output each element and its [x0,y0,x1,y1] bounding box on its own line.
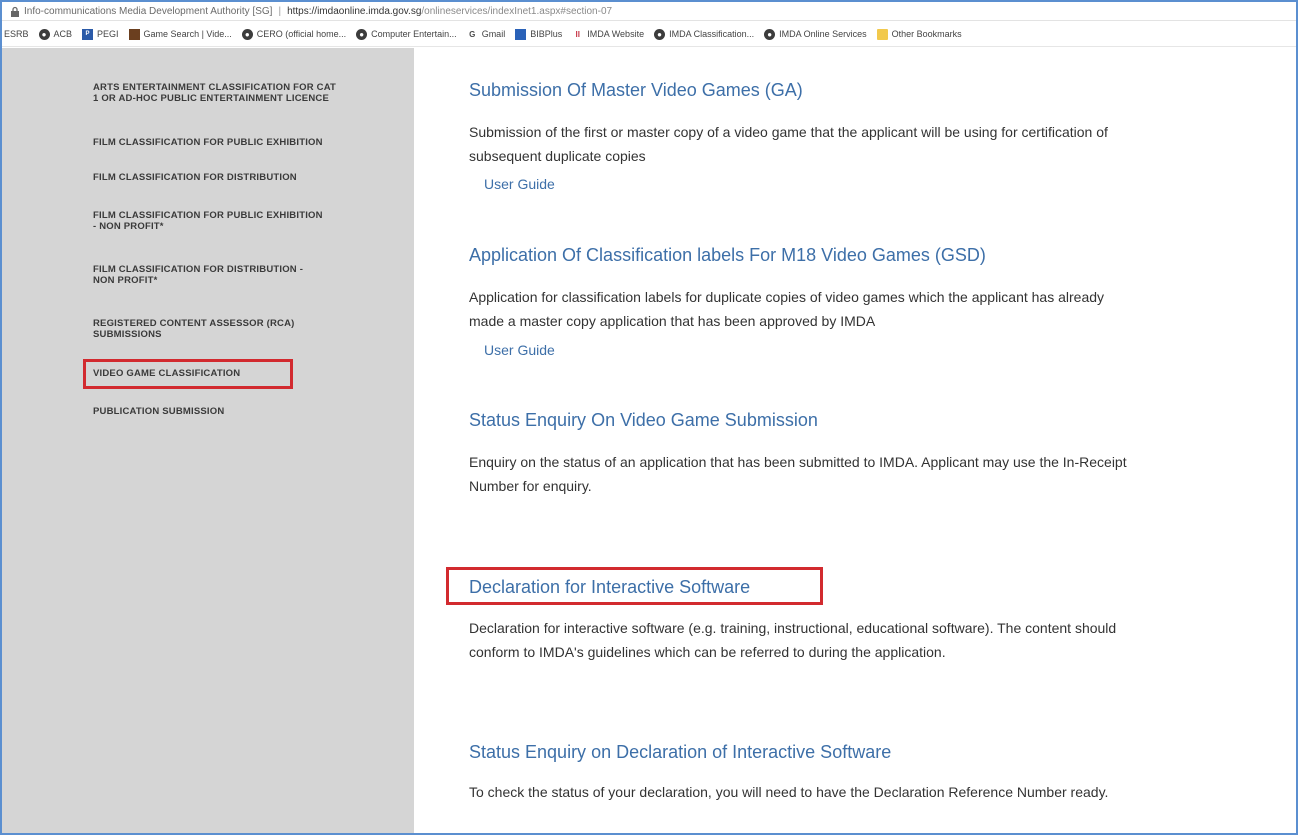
description-line: Declaration for interactive software (e.… [469,620,1117,636]
sidebar-item-arts-entertainment[interactable]: ARTS ENTERTAINMENT CLASSIFICATION FOR CA… [93,82,393,104]
section-description: Application for classification labels fo… [469,285,1289,333]
sidebar-item-film-distribution[interactable]: FILM CLASSIFICATION FOR DISTRIBUTION [93,172,393,183]
user-guide-link-ga[interactable]: User Guide [484,176,555,192]
sidebar-item-line: REGISTERED CONTENT ASSESSOR (RCA) [93,318,295,329]
bib-icon [515,28,527,40]
globe-icon: ● [241,28,253,40]
description-line: Number for enquiry. [469,478,592,494]
main-content: Submission Of Master Video Games (GA) Su… [414,48,1296,833]
description-line: Enquiry on the status of an application … [469,454,1127,470]
url-domain: https://imdaonline.imda.gov.sg [287,5,422,17]
section-description: To check the status of your declaration,… [469,780,1289,804]
bookmark-computer-entertain[interactable]: ● Computer Entertain... [356,28,457,40]
section-title-submission-master[interactable]: Submission Of Master Video Games (GA) [469,80,803,101]
bookmark-pegi[interactable]: P PEGI [82,28,119,40]
description-line: made a master copy application that has … [469,313,876,329]
sidebar-item-line: FILM CLASSIFICATION FOR PUBLIC EXHIBITIO… [93,210,323,221]
bookmark-game-search[interactable]: Game Search | Vide... [128,28,232,40]
bookmark-imda-online-services[interactable]: ● IMDA Online Services [764,28,867,40]
section-description: Declaration for interactive software (e.… [469,616,1289,664]
globe-icon: ● [764,28,776,40]
sidebar-item-line: FILM CLASSIFICATION FOR PUBLIC EXHIBITIO… [93,137,323,148]
bookmark-label: IMDA Classification... [669,29,755,39]
section-title-status-enquiry-video-game[interactable]: Status Enquiry On Video Game Submission [469,410,818,431]
bookmark-label: Computer Entertain... [371,29,457,39]
globe-icon: ● [356,28,368,40]
sidebar-item-line: - NON PROFIT* [93,221,164,232]
bookmark-label: ESRB [4,29,29,39]
url-path: /onlineservices/indexInet1.aspx#section-… [421,5,613,17]
bookmark-label: Other Bookmarks [891,29,962,39]
globe-icon: ● [654,28,666,40]
section-description: Enquiry on the status of an application … [469,450,1289,498]
imda-icon: II [575,29,580,39]
site-name: Info-communications Media Development Au… [24,5,273,17]
bookmark-imda-website[interactable]: II IMDA Website [572,29,644,40]
bookmark-label: CERO (official home... [256,29,347,39]
highlight-box-video-game-classification [83,359,293,389]
gmail-icon: G [469,29,476,39]
description-line: subsequent duplicate copies [469,148,646,164]
sidebar-item-publication-submission[interactable]: PUBLICATION SUBMISSION [93,406,393,417]
user-guide-link-gsd[interactable]: User Guide [484,342,555,358]
sidebar-item-rca-submissions[interactable]: REGISTERED CONTENT ASSESSOR (RCA) SUBMIS… [93,318,393,340]
address-bar[interactable]: Info-communications Media Development Au… [2,2,1296,21]
sidebar-item-line: FILM CLASSIFICATION FOR DISTRIBUTION - [93,264,304,275]
section-title-status-enquiry-declaration[interactable]: Status Enquiry on Declaration of Interac… [469,742,891,763]
sidebar-item-line: PUBLICATION SUBMISSION [93,406,225,417]
bookmark-gmail[interactable]: G Gmail [467,29,506,40]
folder-icon [876,28,888,40]
game-icon [128,28,140,40]
section-description: Submission of the first or master copy o… [469,120,1289,168]
description-line: Submission of the first or master copy o… [469,124,1108,140]
sidebar-item-film-public-exhibition[interactable]: FILM CLASSIFICATION FOR PUBLIC EXHIBITIO… [93,137,393,148]
sidebar-nav: ARTS ENTERTAINMENT CLASSIFICATION FOR CA… [2,48,414,833]
section-title-classification-labels[interactable]: Application Of Classification labels For… [469,245,986,266]
url-separator: | [278,5,282,17]
bookmark-label: BIBPlus [530,29,563,39]
description-line: To check the status of your declaration,… [469,784,1109,800]
bookmark-esrb[interactable]: ESRB [4,29,29,39]
globe-icon: ● [38,28,50,40]
bookmark-label: PEGI [97,29,119,39]
bookmark-label: IMDA Online Services [779,29,867,39]
sidebar-item-film-distribution-non-profit[interactable]: FILM CLASSIFICATION FOR DISTRIBUTION - N… [93,264,393,286]
sidebar-item-line: ARTS ENTERTAINMENT CLASSIFICATION FOR CA… [93,82,337,93]
sidebar-item-line: NON PROFIT* [93,275,158,286]
sidebar-item-line: FILM CLASSIFICATION FOR DISTRIBUTION [93,172,297,183]
bookmark-other-bookmarks[interactable]: Other Bookmarks [876,28,962,40]
bookmark-cero[interactable]: ● CERO (official home... [241,28,347,40]
bookmark-label: ACB [53,29,73,39]
description-line: conform to IMDA's guidelines which can b… [469,644,946,660]
sidebar-item-line: SUBMISSIONS [93,329,162,340]
sidebar-item-film-public-exhibition-non-profit[interactable]: FILM CLASSIFICATION FOR PUBLIC EXHIBITIO… [93,210,393,232]
bookmark-label: IMDA Website [587,29,645,39]
description-line: Application for classification labels fo… [469,289,1105,305]
bookmarks-bar: ESRB ● ACB P PEGI Game Search | Vide... … [2,22,1296,47]
bookmark-label: Gmail [481,29,506,39]
bookmark-acb[interactable]: ● ACB [38,28,73,40]
sidebar-item-line: 1 OR AD-HOC PUBLIC ENTERTAINMENT LICENCE [93,93,329,104]
pegi-icon: P [82,28,94,40]
bookmark-bibplus[interactable]: BIBPlus [515,28,563,40]
highlight-box-declaration [446,567,823,605]
bookmark-imda-classification[interactable]: ● IMDA Classification... [654,28,755,40]
lock-icon [11,6,19,17]
bookmark-label: Game Search | Vide... [143,29,232,39]
browser-window: Info-communications Media Development Au… [0,0,1298,835]
